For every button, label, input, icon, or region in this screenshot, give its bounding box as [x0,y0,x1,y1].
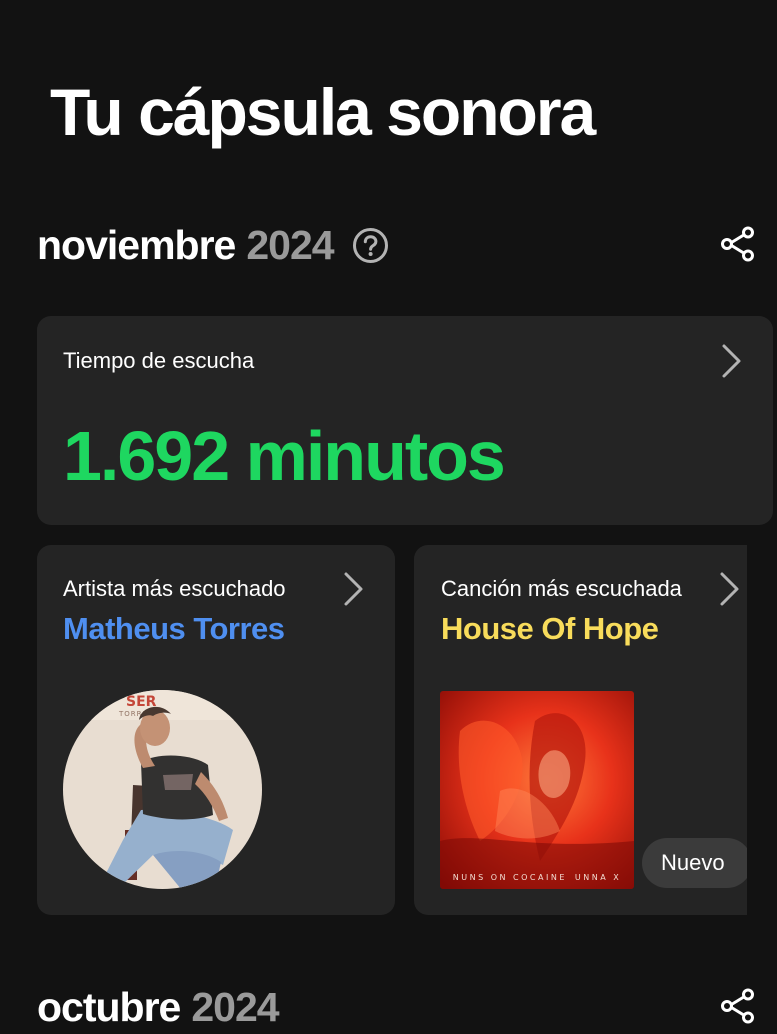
cover-caption-right: UNNA X [574,873,622,882]
listening-time-card[interactable]: Tiempo de escucha 1.692 minutos [37,316,773,525]
next-month-name: octubre [37,983,181,1030]
chevron-right-icon [718,571,742,607]
top-song-card-viewport: Canción más escuchada House Of Hope NUNS… [414,545,747,915]
next-month-header: octubre 2024 [37,980,280,1034]
top-song-label: Canción más escuchada [441,576,682,601]
top-artist-card[interactable]: Artista más escuchado Matheus Torres SER… [37,545,395,915]
chevron-right-icon [342,571,366,607]
top-artist-label: Artista más escuchado [63,576,286,601]
share-icon[interactable] [719,987,757,1025]
month-year: 2024 [246,221,334,268]
top-artist-name: Matheus Torres [63,611,285,646]
question-circle-icon[interactable] [352,227,389,264]
month-name: noviembre [37,221,236,268]
month-header: noviembre 2024 [37,218,389,272]
top-song-card[interactable]: Canción más escuchada House Of Hope NUNS… [414,545,747,915]
top-song-name: House Of Hope [441,611,659,646]
album-cover[interactable]: NUNS ON COCAINE UNNA X [440,691,634,889]
cover-caption: NUNS ON COCAINE UNNA X [444,873,630,882]
new-badge: Nuevo [642,838,747,888]
listening-time-value: 1.692 minutos [63,417,506,495]
cover-caption-left: NUNS ON COCAINE [452,873,567,882]
page-title: Tu cápsula sonora [50,75,596,150]
artist-photo[interactable]: SER TORRES [63,690,262,889]
next-month-year: 2024 [191,983,279,1030]
share-icon[interactable] [719,225,757,263]
chevron-right-icon [720,343,744,379]
listening-time-label: Tiempo de escucha [63,348,255,373]
